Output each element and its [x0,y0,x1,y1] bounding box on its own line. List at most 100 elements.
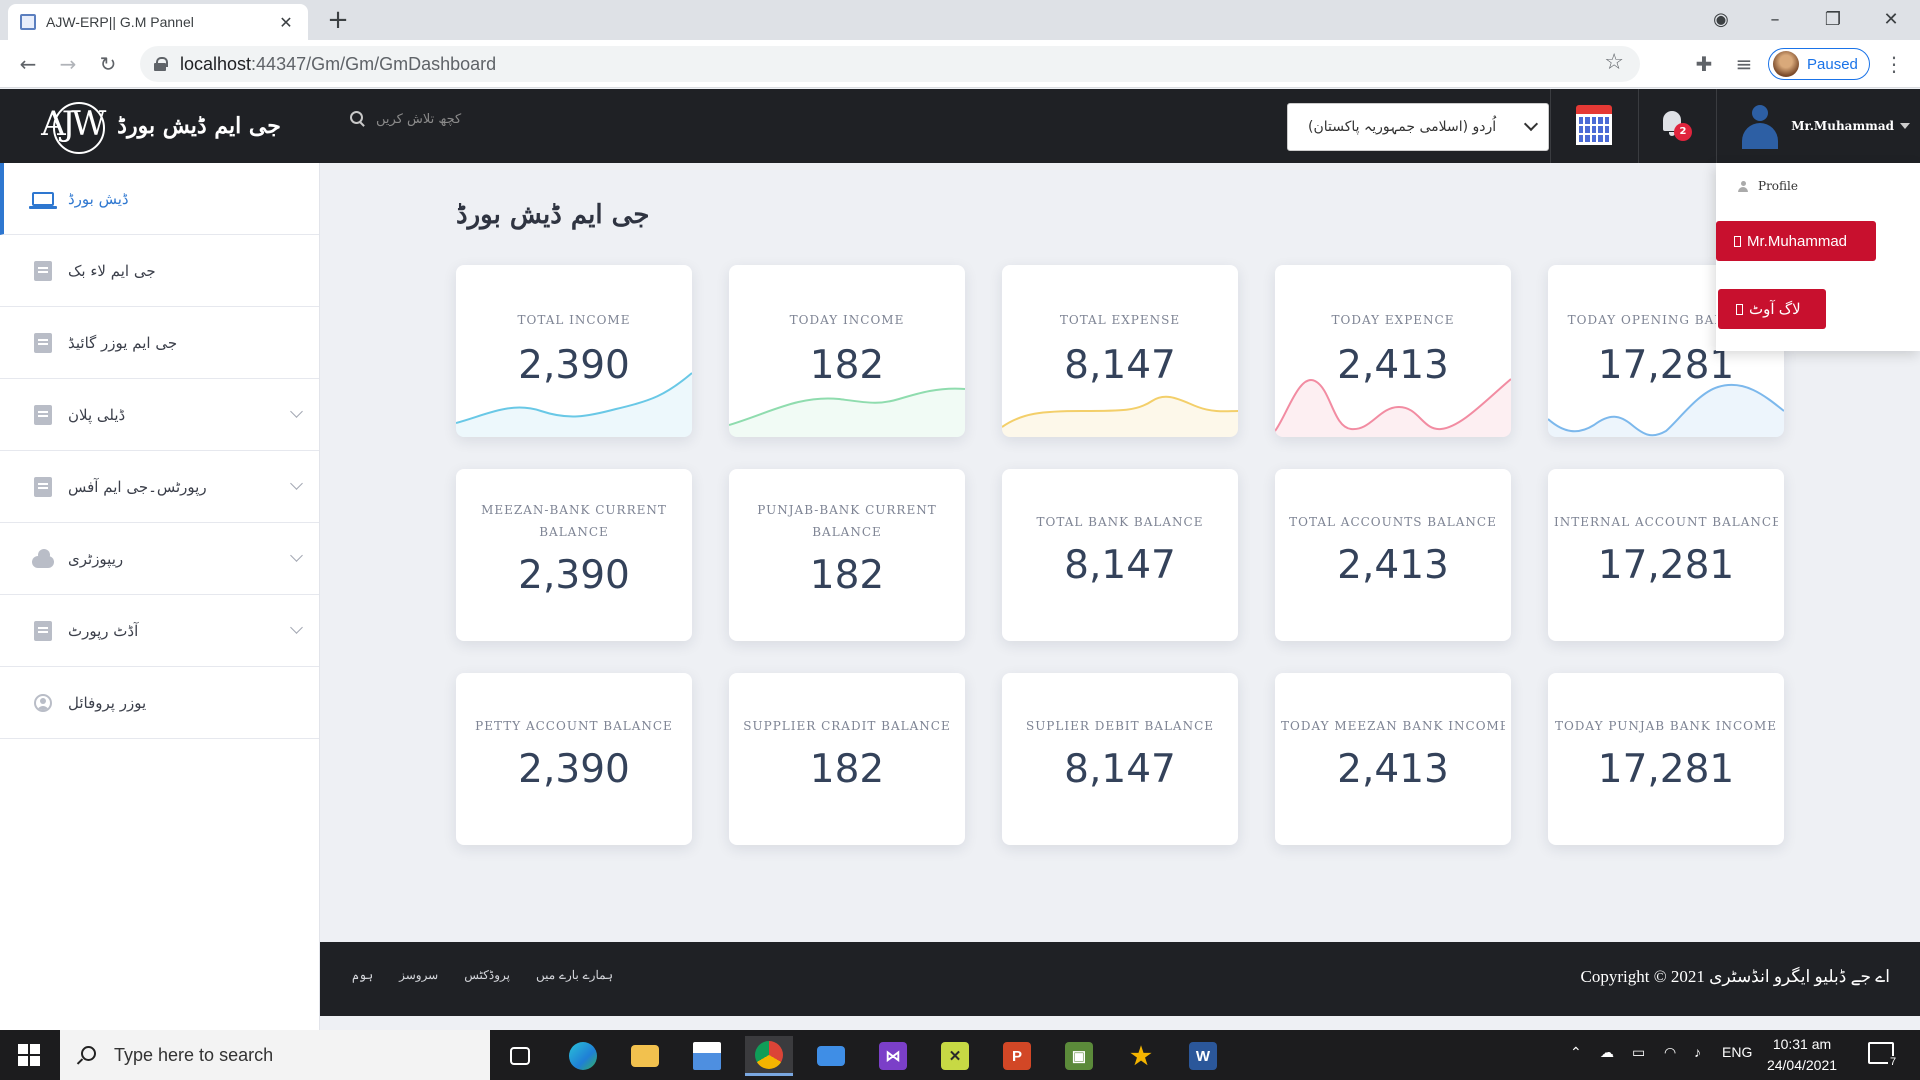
brand[interactable]: AJW جی ایم ڈیش بورڈ [0,89,320,163]
menu-item-profile[interactable]: Profile [1738,179,1798,193]
sidebar-item-repository[interactable]: ریپوزٹری [0,523,319,595]
reload-icon[interactable]: ↻ [94,50,122,78]
notification-badge: 2 [1674,123,1692,141]
powerpoint-icon[interactable]: P [993,1036,1041,1076]
stat-card-supplier-cradit-balance[interactable]: SUPPLIER CRADIT BALANCE 182 [729,673,965,845]
sticky-app-icon[interactable]: ✕ [931,1036,979,1076]
footer-link-home[interactable]: ہوم [352,968,373,982]
sidebar-item-user-guide[interactable]: جی ایم یوزر گائیڈ [0,307,319,379]
minimize-icon[interactable]: – [1760,6,1790,34]
store-icon[interactable] [683,1036,731,1076]
stat-card-today-income[interactable]: TODAY INCOME 182 [729,265,965,437]
search-input[interactable] [376,111,616,127]
footer-link-products[interactable]: پروڈکٹس [464,968,510,982]
footer-link-services[interactable]: سروسز [399,968,438,982]
card-label: MEEZAN-BANK CURRENT BALANCE [481,503,667,539]
new-tab-icon[interactable]: + [324,6,352,34]
user-name-button[interactable]: Mr.Muhammad [1716,221,1876,261]
tab-search-icon[interactable]: ◉ [1706,6,1736,34]
lock-icon[interactable] [154,57,168,71]
card-label: INTERNAL ACCOUNT BALANCE [1554,515,1778,529]
stat-card-today-meezan-bank-income[interactable]: TODAY MEEZAN BANK INCOME 2,413 [1275,673,1511,845]
sidebar-item-reports-gm-office[interactable]: رپورٹس۔جی ایم آفس [0,451,319,523]
tab-title: AJW-ERP|| G.M Pannel [46,14,194,30]
card-value: 2,390 [518,747,630,792]
stat-card-total-income[interactable]: TOTAL INCOME 2,390 [456,265,692,437]
stat-card-punjab-bank-current-balance[interactable]: PUNJAB-BANK CURRENT BALANCE 182 [729,469,965,641]
volume-icon[interactable]: ♪ [1694,1044,1701,1060]
taskbar-search[interactable]: Type here to search [60,1030,490,1080]
card-value: 17,281 [1597,543,1735,588]
user-button-icon [1734,235,1741,247]
visual-studio-icon[interactable]: ⋈ [869,1036,917,1076]
browser-tab[interactable]: AJW-ERP|| G.M Pannel ✕ [8,4,308,40]
notification-bell-icon[interactable]: 2 [1660,109,1692,143]
stat-card-total-bank-balance[interactable]: TOTAL BANK BALANCE 8,147 [1002,469,1238,641]
stat-card-total-expense[interactable]: TOTAL EXPENSE 8,147 [1002,265,1238,437]
battery-icon[interactable]: ▭ [1632,1044,1645,1061]
stat-card-meezan-bank-current-balance[interactable]: MEEZAN-BANK CURRENT BALANCE 2,390 [456,469,692,641]
stat-card-total-accounts-balance[interactable]: TOTAL ACCOUNTS BALANCE 2,413 [1275,469,1511,641]
chevron-down-icon[interactable] [290,621,303,634]
header-divider [1550,89,1551,163]
copyright-text: Copyright © 2021 اے جے ڈبلیو ایگرو انڈسٹ… [1580,967,1891,986]
input-language[interactable]: ENG [1722,1044,1752,1060]
star-app-icon[interactable]: ★ [1117,1036,1165,1076]
card-label: TODAY MEEZAN BANK INCOME [1281,719,1505,733]
stat-card-today-expence[interactable]: TODAY EXPENCE 2,413 [1275,265,1511,437]
chevron-down-icon[interactable] [290,405,303,418]
stat-card-petty-account-balance[interactable]: PETTY ACCOUNT BALANCE 2,390 [456,673,692,845]
onedrive-cloud-icon[interactable]: ☁ [1600,1044,1614,1061]
close-tab-icon[interactable]: ✕ [276,13,296,32]
footer-link-about[interactable]: ہمارے بارے میں [536,968,613,982]
chrome-icon[interactable] [745,1036,793,1076]
language-select[interactable]: اُردو (اسلامی جمہوریہ پاکستان) [1287,103,1549,151]
taskbar-clock[interactable]: 10:31 am 24/04/2021 [1752,1034,1852,1076]
wifi-icon[interactable]: ◠ [1664,1044,1676,1061]
close-window-icon[interactable]: ✕ [1876,6,1906,34]
word-icon[interactable]: W [1179,1036,1227,1076]
bookmark-star-icon[interactable]: ☆ [1604,50,1624,75]
sidebar-item-audit-report[interactable]: آڈٹ رپورٹ [0,595,319,667]
task-view-icon[interactable] [496,1036,544,1076]
calendar-icon[interactable] [1576,105,1612,145]
chevron-down-icon[interactable] [290,549,303,562]
sidebar-item-label: ریپوزٹری [68,549,124,568]
file-explorer-icon[interactable] [621,1036,669,1076]
address-bar[interactable]: localhost:44347/Gm/Gm/GmDashboard ☆ [140,46,1640,82]
package-app-icon[interactable]: ▣ [1055,1036,1103,1076]
sidebar-item-dashboard[interactable]: ڈیش بورڈ [0,163,319,235]
logout-icon [1736,303,1743,315]
forward-icon[interactable]: → [54,50,82,78]
mail-icon[interactable] [807,1036,855,1076]
stat-card-today-punjab-bank-income[interactable]: TODAY PUNJAB BANK INCOME 17,281 [1548,673,1784,845]
page-favicon-icon [20,14,36,30]
extensions-icon[interactable]: ✚ [1690,50,1718,78]
chevron-down-icon[interactable] [290,477,303,490]
search-icon[interactable] [350,111,366,127]
page-footer: ہوم سروسز پروڈکٹس ہمارے بارے میں Copyrig… [320,942,1920,1016]
user-avatar [1740,101,1779,151]
card-label: TODAY PUNJAB BANK INCOME [1554,719,1778,733]
stat-card-internal-account-balance[interactable]: INTERNAL ACCOUNT BALANCE 17,281 [1548,469,1784,641]
card-label: TOTAL BANK BALANCE [1036,515,1204,529]
tray-chevron-up-icon[interactable]: ⌃ [1570,1044,1582,1061]
logout-button[interactable]: لاگ آوٹ [1718,289,1826,329]
edge-icon[interactable] [559,1036,607,1076]
sidebar-item-law-book[interactable]: جی ایم لاء بک [0,235,319,307]
user-icon [34,693,52,712]
stat-card-suplier-debit-balance[interactable]: SUPLIER DEBIT BALANCE 8,147 [1002,673,1238,845]
sidebar-item-label: آڈٹ رپورٹ [68,621,139,640]
windows-taskbar: Type here to search ⋈ ✕ P ▣ ★ W ⌃ ☁ ▭ ◠ … [0,1030,1920,1080]
sidebar-item-user-profile[interactable]: یوزر پروفائل [0,667,319,739]
browser-menu-icon[interactable]: ⋮ [1880,50,1908,78]
maximize-icon[interactable]: ❐ [1818,6,1848,34]
windows-start-icon[interactable] [18,1044,40,1066]
logout-label: لاگ آوٹ [1749,301,1801,318]
sidebar-item-daily-plan[interactable]: ڈیلی پلان [0,379,319,451]
profile-avatar [1773,51,1799,77]
back-icon[interactable]: ← [14,50,42,78]
reading-list-icon[interactable]: ≡ [1730,50,1758,78]
profile-button[interactable]: Paused [1768,48,1870,80]
user-menu-toggle[interactable]: Mr.Muhammad [1740,99,1910,153]
